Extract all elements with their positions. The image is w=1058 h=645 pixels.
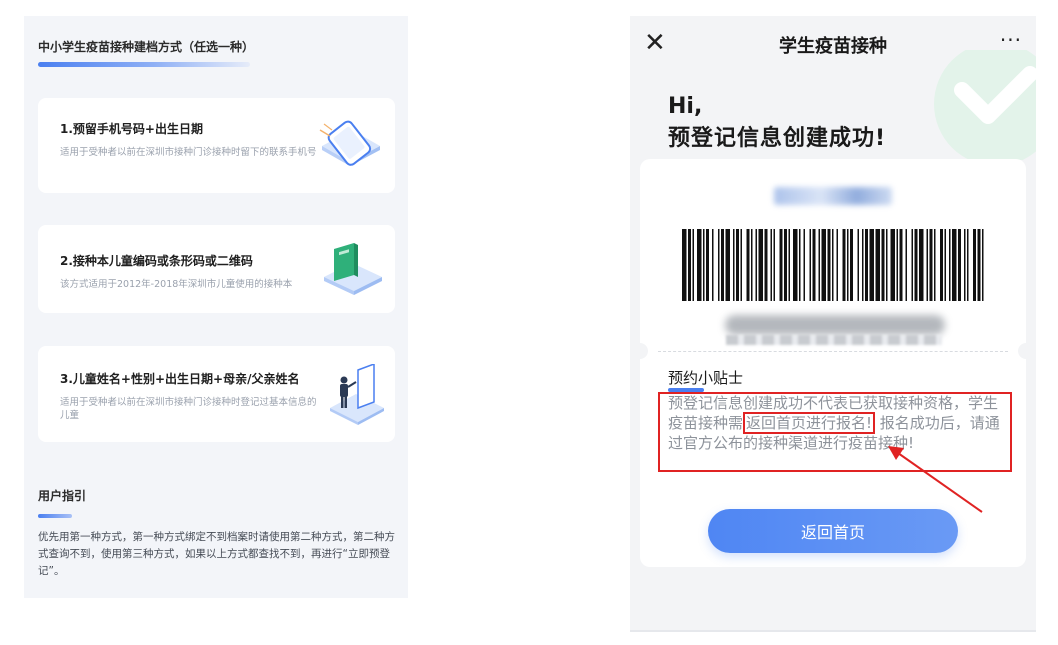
guide-underline [38, 514, 72, 518]
method-title: 1.预留手机号码+出生日期 [60, 122, 203, 136]
method-card-phone[interactable]: 1.预留手机号码+出生日期 适用于受种者以前在深圳市接种门诊接种时留下的联系手机… [38, 98, 395, 193]
phone-screen: ✕ 学生疫苗接种 ··· Hi, 预登记信息创建成功! 预约小贴士 预登记信息创… [630, 16, 1036, 632]
method-card-barcode[interactable]: 2.接种本儿童编码或条形码或二维码 该方式适用于2012年-2018年深圳市儿童… [38, 225, 395, 313]
method-card-child-info[interactable]: 3.儿童姓名+性别+出生日期+母亲/父亲姓名 适用于受种者以前在深圳市接种门诊接… [38, 346, 395, 442]
method-title: 2.接种本儿童编码或条形码或二维码 [60, 254, 253, 268]
method-desc: 该方式适用于2012年-2018年深圳市儿童使用的接种本 [60, 279, 293, 290]
archive-methods-panel: 中小学生疫苗接种建档方式（任选一种） 1.预留手机号码+出生日期 适用于受种者以… [24, 16, 408, 598]
title-underline [38, 62, 250, 67]
method-desc: 适用于受种者以前在深圳市接种门诊接种时登记过基本信息的儿童 [60, 397, 317, 421]
annotation-arrow [888, 446, 983, 513]
method-title: 3.儿童姓名+性别+出生日期+母亲/父亲姓名 [60, 372, 300, 386]
phone-icon [319, 120, 380, 166]
method-desc: 适用于受种者以前在深圳市接种门诊接种时留下的联系手机号 [60, 147, 317, 158]
guide-text: 优先用第一种方式，第一种方式绑定不到档案时请使用第二种方式，第二种方式查询不到，… [38, 531, 395, 577]
book-icon [324, 243, 382, 295]
panel-title: 中小学生疫苗接种建档方式（任选一种） [38, 40, 255, 54]
guide-title: 用户指引 [38, 489, 87, 503]
bottom-divider [630, 630, 1036, 632]
person-icon [330, 364, 384, 425]
